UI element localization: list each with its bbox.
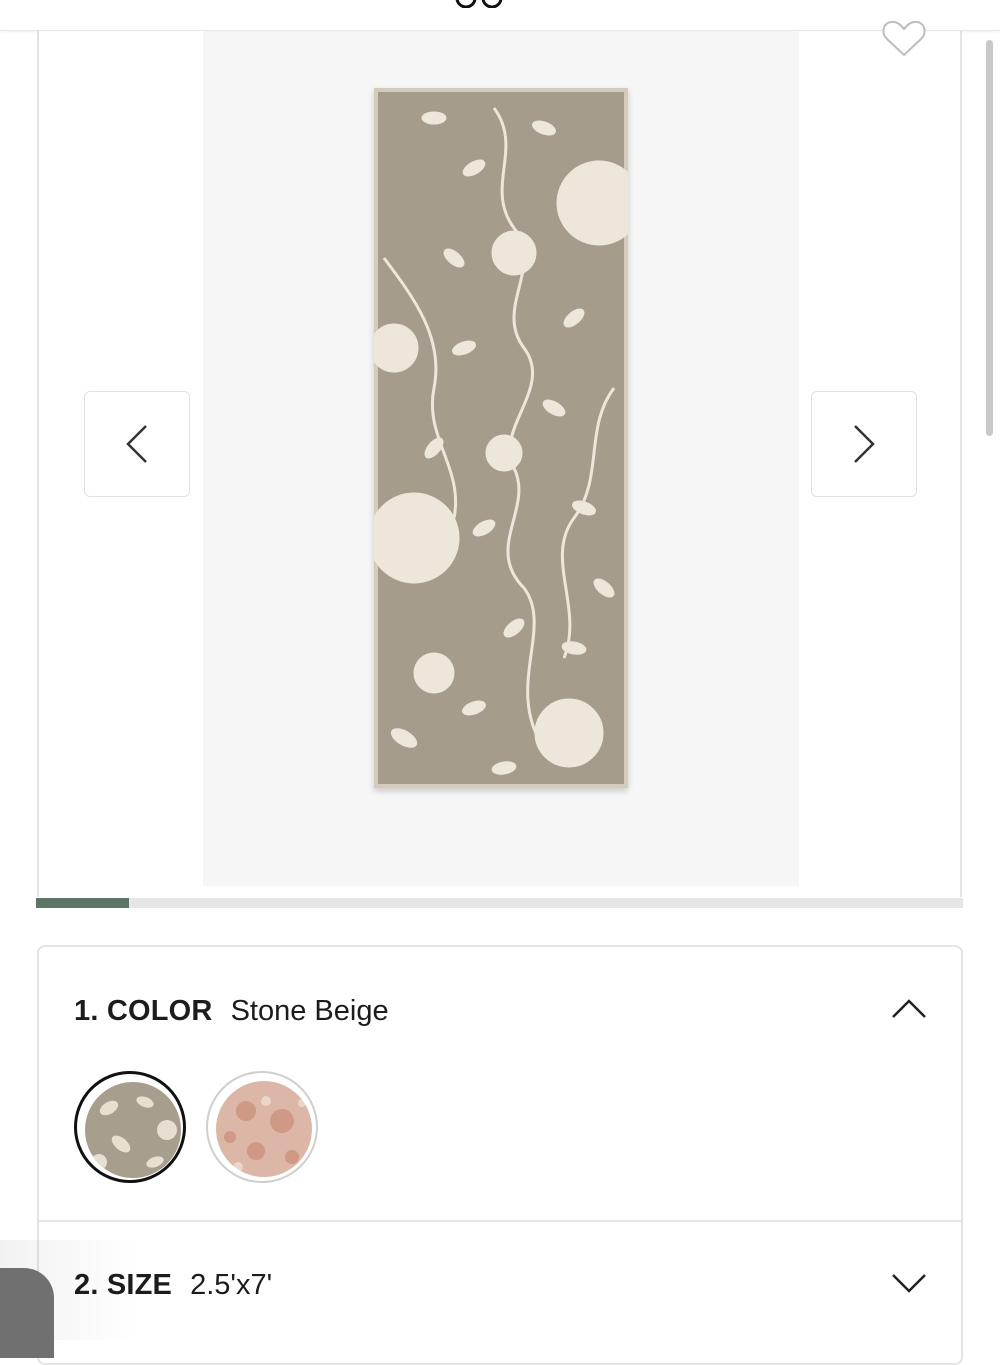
product-options-panel: 1. COLOR Stone Beige 2.5'x7' — [37, 945, 963, 1365]
scrollbar[interactable] — [986, 40, 993, 436]
chevron-left-icon — [126, 425, 147, 463]
swatch-pattern — [216, 1081, 312, 1177]
color-option-header[interactable]: 1. COLOR Stone Beige — [74, 995, 389, 1028]
heart-icon[interactable] — [879, 11, 929, 61]
next-image-button[interactable] — [811, 391, 917, 497]
brand-logo-icon[interactable] — [448, 0, 512, 8]
chevron-right-icon — [854, 425, 875, 463]
color-option-title: 1. COLOR — [74, 995, 213, 1027]
product-image-gallery — [37, 20, 962, 897]
top-header — [0, 0, 1000, 31]
chevron-up-icon[interactable] — [891, 997, 927, 1019]
size-option-value: 2.5'x7' — [190, 1269, 273, 1301]
gallery-progress-bar — [36, 898, 963, 908]
swatch-pattern — [85, 1082, 181, 1178]
previous-image-button[interactable] — [84, 391, 190, 497]
color-swatch-stone-beige[interactable] — [74, 1071, 186, 1183]
color-swatch-blush[interactable] — [206, 1071, 318, 1183]
rug-image — [374, 88, 628, 788]
chevron-down-icon[interactable] — [891, 1273, 927, 1295]
section-divider — [39, 1220, 961, 1222]
color-option-value: Stone Beige — [230, 995, 389, 1027]
product-image-frame[interactable] — [203, 31, 799, 886]
chat-launcher-button[interactable] — [0, 1268, 54, 1358]
gallery-progress-fill — [36, 898, 129, 908]
